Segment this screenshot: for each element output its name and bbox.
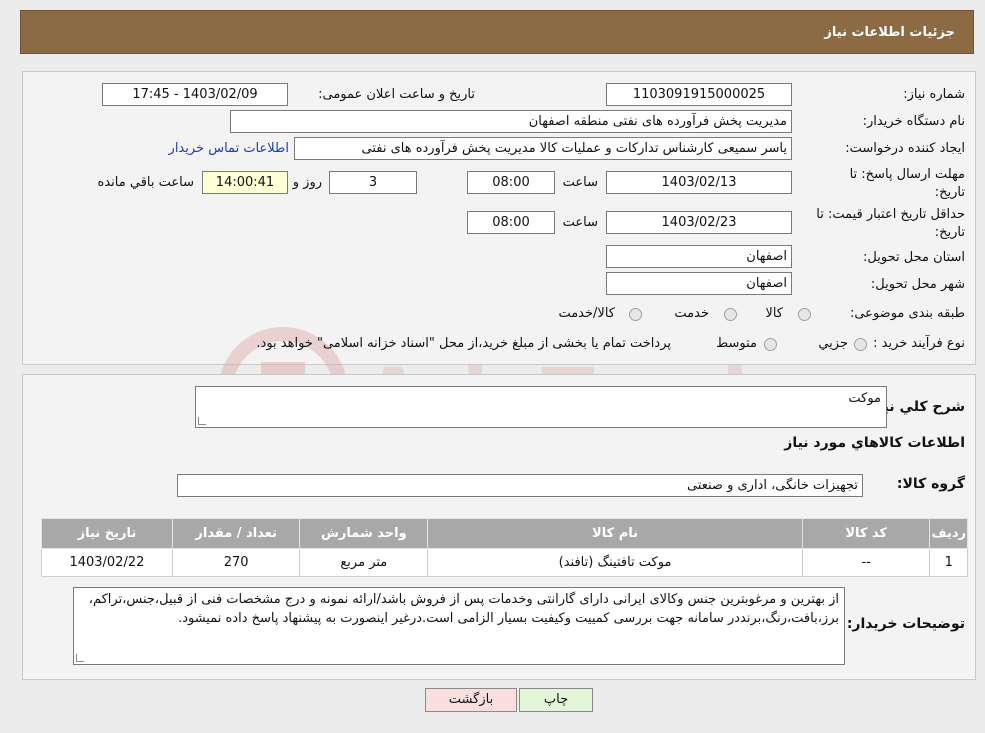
deadline-date-field: 1403/02/13 xyxy=(606,171,792,194)
city-label: شهر محل تحویل: xyxy=(870,277,965,292)
goods-table: رديف کد کالا نام کالا واحد شمارش تعداد /… xyxy=(41,518,968,577)
col-goods-name: نام کالا xyxy=(427,518,803,549)
category-label: طبقه بندی موضوعی: xyxy=(849,306,965,321)
goods-group-field: تجهیزات خانگی، اداری و صنعتی xyxy=(177,474,863,497)
deadline-label: مهلت ارسال پاسخ: تا تاریخ: xyxy=(849,167,965,200)
days-label: روز و xyxy=(292,175,322,190)
process-option-medium: متوسط xyxy=(716,336,757,351)
back-button[interactable]: بازگشت xyxy=(425,688,517,712)
category-option-service: خدمت xyxy=(674,306,709,321)
announce-datetime-field: 1403/02/09 - 17:45 xyxy=(102,83,288,106)
price-validity-label: حداقل تاریخ اعتبار قیمت: تا تاریخ: xyxy=(816,207,965,240)
resize-grip-icon xyxy=(76,654,84,662)
cell-goods-code: -- xyxy=(801,548,931,577)
process-note: پرداخت تمام یا بخشی از مبلغ خرید،از محل … xyxy=(256,336,671,351)
need-number-field: 1103091915000025 xyxy=(606,83,792,106)
page-title-bar: جزئیات اطلاعات نیاز xyxy=(20,10,974,54)
category-radio-goods[interactable] xyxy=(798,308,811,321)
cell-goods-name: موکت تافتینگ (تافند) xyxy=(427,548,803,577)
col-row: رديف xyxy=(929,518,968,549)
goods-section-title: اطلاعات کالاهاي مورد نياز xyxy=(784,435,965,451)
deadline-time-field: 08:00 xyxy=(467,171,555,194)
remaining-time-label: ساعت باقي مانده xyxy=(97,175,194,190)
process-option-minor: جزیي xyxy=(818,336,848,351)
price-validity-time-field: 08:00 xyxy=(467,211,555,234)
cell-row: 1 xyxy=(929,548,968,577)
cell-need-date: 1403/02/22 xyxy=(41,548,173,577)
creator-label: ایجاد کننده درخواست: xyxy=(845,141,965,156)
summary-field: موکت xyxy=(195,386,887,428)
creator-field: یاسر سمیعی کارشناس تدارکات و عملیات کالا… xyxy=(294,137,792,160)
buyer-org-field: مدیریت پخش فرآورده های نفتی منطقه اصفهان xyxy=(230,110,792,133)
col-unit: واحد شمارش xyxy=(299,518,429,549)
category-option-goods: کالا xyxy=(765,306,783,321)
buyer-notes-label: توضیحات خریدار: xyxy=(846,616,965,632)
announce-datetime-label: تاریخ و ساعت اعلان عمومی: xyxy=(318,87,475,102)
need-number-label: شماره نیاز: xyxy=(903,87,965,102)
remaining-time-field: 14:00:41 xyxy=(202,171,288,194)
goods-details-panel: شرح کلي نياز: موکت اطلاعات کالاهاي مورد … xyxy=(22,374,976,680)
category-option-goods-service: کالا/خدمت xyxy=(558,306,615,321)
need-info-panel: AriaTender.neT شماره نیاز: 1103091915000… xyxy=(22,71,976,457)
col-quantity: تعداد / مقدار xyxy=(171,518,301,549)
print-button[interactable]: چاپ xyxy=(519,688,593,712)
price-validity-date-field: 1403/02/23 xyxy=(606,211,792,234)
buyer-contact-link[interactable]: اطلاعات تماس خریدار xyxy=(169,141,289,156)
cell-quantity: 270 xyxy=(171,548,301,577)
goods-group-label: گروه کالا: xyxy=(896,476,965,492)
page-title: جزئیات اطلاعات نیاز xyxy=(824,25,955,40)
days-field: 3 xyxy=(329,171,417,194)
cell-unit: متر مربع xyxy=(299,548,429,577)
category-radio-service[interactable] xyxy=(724,308,737,321)
col-goods-code: کد کالا xyxy=(801,518,931,549)
category-radio-goods-service[interactable] xyxy=(629,308,642,321)
buyer-notes-text: از بهترین و مرغوبترین جنس وکالای ایرانی … xyxy=(88,592,839,626)
process-type-label: نوع فرآیند خرید : xyxy=(873,336,965,351)
goods-table-header: رديف کد کالا نام کالا واحد شمارش تعداد /… xyxy=(41,518,968,549)
buyer-notes-field: از بهترین و مرغوبترین جنس وکالای ایرانی … xyxy=(73,587,845,665)
summary-text: موکت xyxy=(848,391,881,406)
process-radio-minor[interactable] xyxy=(854,338,867,351)
buyer-org-label: نام دستگاه خریدار: xyxy=(862,114,965,129)
province-label: استان محل تحویل: xyxy=(863,250,965,265)
col-need-date: تاریخ نیاز xyxy=(41,518,173,549)
resize-grip-icon xyxy=(198,417,206,425)
province-field: اصفهان xyxy=(606,245,792,268)
table-row: 1 -- موکت تافتینگ (تافند) متر مربع 270 1… xyxy=(41,548,968,577)
price-validity-time-label: ساعت xyxy=(562,215,598,230)
deadline-time-label: ساعت xyxy=(562,175,598,190)
city-field: اصفهان xyxy=(606,272,792,295)
process-radio-medium[interactable] xyxy=(764,338,777,351)
